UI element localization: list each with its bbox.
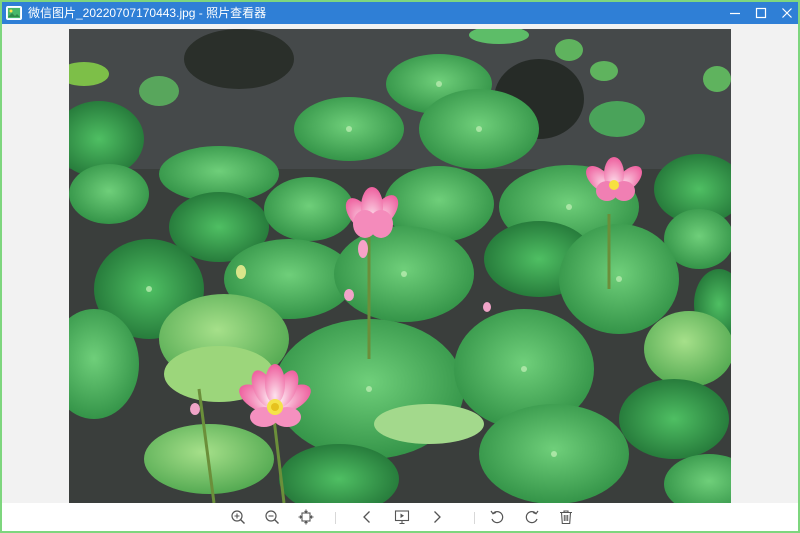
zoom-out-button[interactable] [262,507,282,527]
rotate-right-button[interactable] [522,507,542,527]
slideshow-icon [394,510,410,525]
photo-viewer-icon [6,6,22,20]
next-button[interactable] [427,507,447,527]
toolbar-divider [335,512,336,524]
previous-button[interactable] [357,507,377,527]
minimize-button[interactable] [722,2,748,24]
fit-to-window-icon [298,509,314,525]
image-viewport[interactable] [2,24,798,503]
minimize-icon [730,12,740,15]
close-icon [782,8,792,18]
maximize-icon [755,7,767,19]
zoom-in-icon [231,510,245,524]
fit-to-window-button[interactable] [296,507,316,527]
title-bar[interactable]: 微信图片_20220707170443.jpg - 照片查看器 [2,2,798,24]
close-button[interactable] [774,2,800,24]
rotate-right-icon [525,510,539,524]
delete-icon [560,510,572,525]
rotate-left-icon [490,510,504,524]
zoom-in-button[interactable] [228,507,248,527]
toolbar-divider [474,512,475,524]
maximize-button[interactable] [748,2,774,24]
next-icon [434,511,441,523]
rotate-left-button[interactable] [487,507,507,527]
slideshow-button[interactable] [392,507,412,527]
zoom-out-icon [265,510,279,524]
bottom-toolbar [2,503,798,531]
photo-viewer-window: 微信图片_20220707170443.jpg - 照片查看器 [0,0,800,533]
delete-button[interactable] [556,507,576,527]
previous-icon [363,511,370,523]
lotus-pond-photo [69,29,731,503]
window-title: 微信图片_20220707170443.jpg - 照片查看器 [28,6,267,20]
